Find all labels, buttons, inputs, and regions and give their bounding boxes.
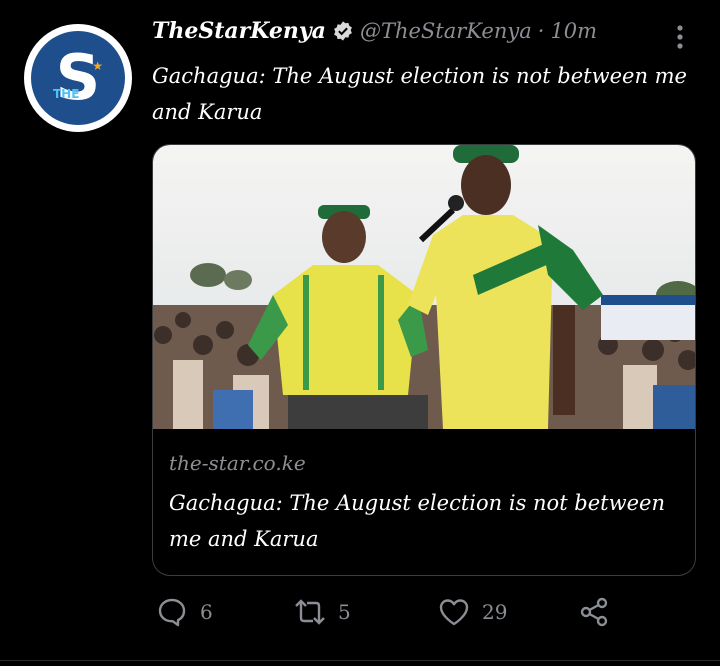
divider [0,660,720,661]
share-button[interactable] [578,596,610,628]
avatar-logo: S THE ★ [31,31,125,125]
tweet-actions: 6 5 29 [152,596,632,636]
retweet-button[interactable]: 5 [294,596,351,628]
link-card[interactable]: the-star.co.ke Gachagua: The August elec… [152,144,696,576]
tweet-text: Gachagua: The August election is not bet… [152,64,687,124]
more-options-icon[interactable] [672,24,688,50]
avatar-small-text: THE [53,87,80,101]
card-image[interactable] [153,145,695,429]
timestamp[interactable]: 10m [550,19,597,43]
reply-icon [158,598,186,627]
card-domain: the-star.co.ke [169,451,306,475]
handle[interactable]: @TheStarKenya [360,19,532,43]
display-name[interactable]: TheStarKenya [152,18,326,44]
share-icon [580,597,608,627]
tweet-header: TheStarKenya @TheStarKenya · 10m [152,18,597,44]
like-icon [439,599,469,626]
verified-icon [334,21,352,41]
like-count: 29 [482,600,508,624]
retweet-icon [295,599,325,625]
like-button[interactable]: 29 [438,596,507,628]
star-icon: ★ [92,59,103,73]
reply-button[interactable]: 6 [156,596,213,628]
separator-dot: · [537,19,545,43]
retweet-count: 5 [338,600,351,624]
card-title: Gachagua: The August election is not bet… [169,491,665,551]
reply-count: 6 [200,600,213,624]
avatar[interactable]: S THE ★ [24,24,132,132]
